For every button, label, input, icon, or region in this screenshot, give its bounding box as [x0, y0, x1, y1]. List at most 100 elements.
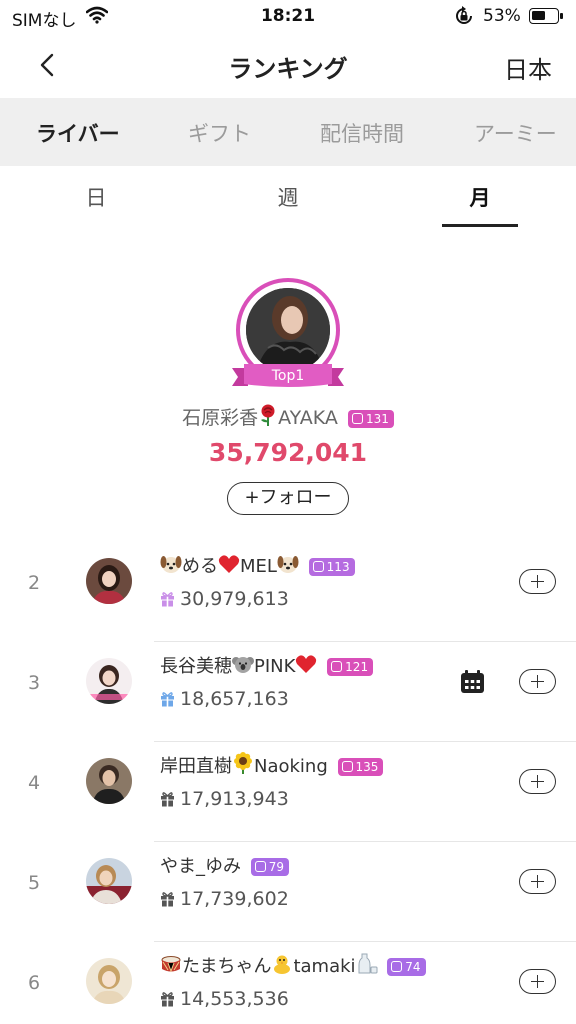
- list-item[interactable]: 4 岸田直樹 Naoking 135 17,913,943: [0, 742, 576, 842]
- tab-liver[interactable]: ライバー: [36, 118, 120, 148]
- rank-number: 5: [27, 872, 41, 894]
- score: 18,657,163: [160, 688, 289, 712]
- tab-week[interactable]: 週: [248, 182, 328, 212]
- level-value: 121: [345, 660, 369, 674]
- red-heart-icon: [295, 654, 317, 679]
- avatar[interactable]: [86, 858, 132, 904]
- top1-ribbon-label: Top1: [271, 368, 305, 384]
- top1-score: 35,792,041: [208, 438, 368, 467]
- level-value: 113: [326, 560, 350, 574]
- gift-icon: [160, 690, 175, 712]
- dog-face-icon: [277, 554, 299, 579]
- score: 30,979,613: [160, 588, 289, 612]
- battery-icon: [529, 8, 563, 24]
- rank-number: 4: [27, 772, 41, 794]
- avatar[interactable]: [86, 558, 132, 604]
- calendar-icon[interactable]: [460, 670, 485, 698]
- user-name-part: たまちゃん: [182, 956, 272, 977]
- rose-icon: [258, 404, 278, 431]
- score-value: 14,553,536: [180, 988, 289, 1010]
- active-tab-indicator: [442, 224, 518, 227]
- level-badge: 131: [347, 409, 394, 428]
- top1-name-part2: AYAKA: [278, 407, 338, 429]
- avatar[interactable]: [86, 758, 132, 804]
- hatching-chick-icon: [271, 954, 293, 979]
- score-value: 17,739,602: [180, 888, 289, 910]
- level-icon: [331, 661, 343, 672]
- user-name: 長谷美穂 PINK 121: [160, 652, 374, 679]
- follow-button[interactable]: +フォロー: [227, 482, 349, 515]
- tab-army[interactable]: アーミー: [474, 118, 557, 148]
- rank-number: 2: [27, 572, 41, 594]
- category-tabs: ライバー ギフト 配信時間 アーミー: [0, 98, 576, 166]
- list-item[interactable]: 2 める MEL 113 30,979,613: [0, 542, 576, 642]
- tab-day[interactable]: 日: [56, 182, 136, 212]
- dog-face-icon: [160, 554, 182, 579]
- level-badge: 113: [308, 558, 355, 576]
- user-name-part: Naoking: [254, 756, 328, 777]
- user-name-part: PINK: [254, 656, 296, 677]
- user-name: やま_ゆみ 79: [160, 852, 290, 878]
- add-friend-button[interactable]: [519, 969, 556, 994]
- gift-icon: [160, 590, 175, 612]
- tab-gift[interactable]: ギフト: [188, 118, 251, 148]
- sake-icon: [356, 952, 378, 979]
- koala-icon: [232, 654, 254, 679]
- level-value: 79: [268, 860, 285, 874]
- user-name: める MEL 113: [160, 552, 355, 579]
- level-icon: [351, 412, 363, 424]
- gift-icon: [160, 790, 175, 812]
- status-bar: SIMなし 18:21 53%: [0, 0, 576, 34]
- user-name-part: 岸田直樹: [160, 756, 232, 777]
- avatar: [246, 288, 330, 372]
- level-badge: 121: [327, 658, 374, 676]
- top1-name-part1: 石原彩香: [182, 407, 259, 429]
- user-name: たまちゃん tamaki 74: [160, 952, 426, 979]
- score: 17,739,602: [160, 888, 289, 912]
- rank-number: 3: [27, 672, 41, 694]
- avatar[interactable]: [86, 658, 132, 704]
- nav-bar: ランキング 日本: [0, 34, 576, 98]
- sunflower-icon: [232, 752, 254, 779]
- page-title: ランキング: [228, 55, 348, 83]
- user-name-part: MEL: [240, 556, 277, 577]
- add-friend-button[interactable]: [519, 869, 556, 894]
- score-value: 30,979,613: [180, 588, 289, 610]
- add-friend-button[interactable]: [519, 669, 556, 694]
- level-icon: [391, 961, 403, 972]
- list-item[interactable]: 3 長谷美穂 PINK 121 18,657,163: [0, 642, 576, 742]
- list-item[interactable]: 5 やま_ゆみ 79 17,739,602: [0, 842, 576, 942]
- user-name-part: める: [182, 556, 218, 577]
- score: 17,913,943: [160, 788, 289, 812]
- level-value: 135: [355, 760, 379, 774]
- drum-icon: [160, 954, 182, 979]
- add-friend-button[interactable]: [519, 569, 556, 594]
- tab-month[interactable]: 月: [440, 182, 520, 212]
- rotation-lock-icon: [453, 6, 475, 30]
- level-badge: 74: [387, 958, 426, 976]
- region-selector[interactable]: 日本: [504, 50, 552, 85]
- gift-icon: [160, 990, 175, 1012]
- level-value: 74: [405, 960, 421, 974]
- tab-stream-time[interactable]: 配信時間: [320, 118, 404, 148]
- period-tabs: 日 週 月: [0, 166, 576, 230]
- top1-ribbon: Top1: [232, 364, 344, 390]
- user-name-part: やま_ゆみ: [160, 856, 241, 877]
- score: 14,553,536: [160, 988, 289, 1012]
- battery-percent: 53%: [483, 6, 521, 26]
- level-badge: 135: [337, 758, 384, 776]
- add-friend-button[interactable]: [519, 769, 556, 794]
- red-heart-icon: [218, 554, 240, 579]
- rank-number: 6: [27, 972, 41, 994]
- user-name-part: tamaki: [293, 956, 356, 977]
- battery-fill: [532, 11, 545, 20]
- user-name: 岸田直樹 Naoking 135: [160, 752, 384, 779]
- score-value: 17,913,943: [180, 788, 289, 810]
- top1-name[interactable]: 石原彩香 AYAKA 131: [0, 403, 576, 431]
- list-item[interactable]: 6 たまちゃん tamaki 74 14,553,536: [0, 942, 576, 1024]
- score-value: 18,657,163: [180, 688, 289, 710]
- avatar[interactable]: [86, 958, 132, 1004]
- user-name-part: 長谷美穂: [160, 656, 232, 677]
- gift-icon: [160, 890, 175, 912]
- level-badge: 79: [250, 858, 290, 876]
